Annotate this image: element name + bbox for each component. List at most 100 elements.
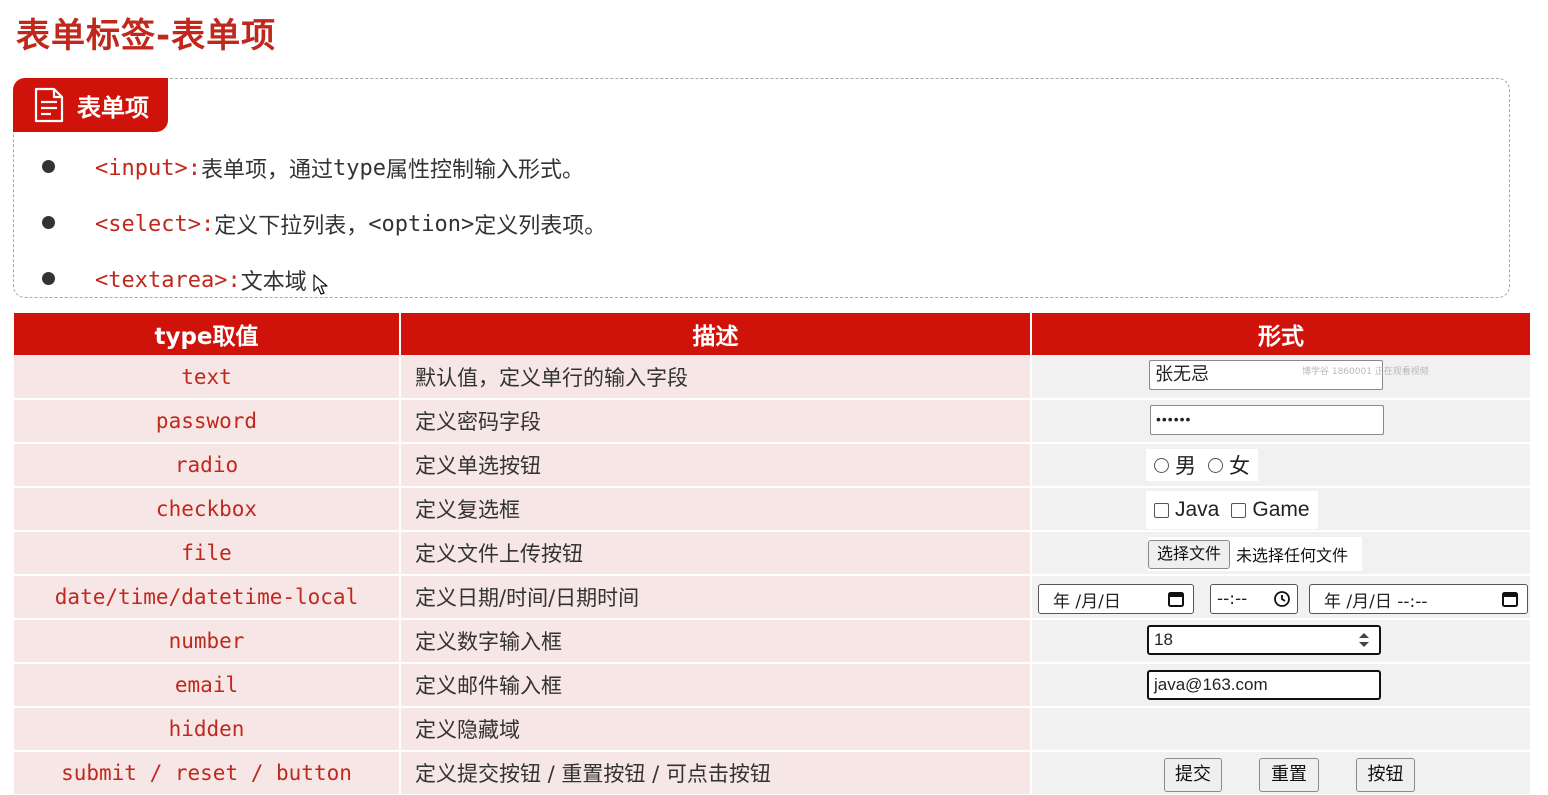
checkbox[interactable] (1231, 502, 1247, 518)
radio-button[interactable] (1208, 457, 1223, 473)
radio-option-male[interactable]: 男 (1154, 450, 1196, 480)
radio-group: 男 女 (1146, 449, 1258, 481)
form-cell: 男 女 (1031, 443, 1530, 488)
header-type: type取值 (14, 313, 401, 355)
type-cell: hidden (14, 707, 401, 752)
table-row: number 定义数字输入框 18 (14, 619, 1530, 664)
type-cell: text (14, 355, 401, 400)
submit-button[interactable]: 提交 (1164, 758, 1222, 792)
checkbox-label: Java (1175, 498, 1220, 521)
desc-cell: 定义日期/时间/日期时间 (400, 575, 1032, 620)
desc-cell: 定义单选按钮 (400, 443, 1032, 488)
table-row: text 默认值，定义单行的输入字段 张无忌 博学谷 1860001 正在观看视… (14, 355, 1530, 400)
checkbox-option-java[interactable]: Java (1154, 498, 1219, 522)
desc-cell: 定义文件上传按钮 (400, 531, 1032, 576)
time-placeholder: --:-- (1217, 589, 1248, 609)
email-input[interactable]: java@163.com (1147, 670, 1381, 700)
choose-file-button[interactable]: 选择文件 (1148, 539, 1231, 569)
number-input[interactable]: 18 (1147, 625, 1381, 655)
bullet-desc: 定义下拉列表， (214, 214, 369, 239)
clock-icon[interactable] (1273, 590, 1291, 608)
spinner-arrows-icon[interactable] (1357, 631, 1371, 649)
bullet-mono: type (332, 155, 386, 181)
file-status: 未选择任何文件 (1236, 546, 1349, 565)
datetime-placeholder: 年 /月/日 --:-- (1324, 591, 1428, 612)
type-cell: checkbox (14, 487, 401, 532)
bullet-dot (42, 271, 55, 285)
bullet-tag: <select>: (95, 211, 215, 237)
desc-cell: 定义复选框 (400, 487, 1032, 532)
form-cell: Java Game (1031, 487, 1530, 532)
radio-button[interactable] (1154, 457, 1169, 473)
type-cell: file (14, 531, 401, 576)
bullet-desc: 文本域 (240, 270, 307, 295)
type-cell: number (14, 619, 401, 664)
bullet-dot (42, 215, 55, 229)
date-placeholder: 年 /月/日 (1053, 591, 1121, 612)
datetime-local-input[interactable]: 年 /月/日 --:-- (1309, 584, 1528, 614)
plain-button[interactable]: 按钮 (1356, 758, 1415, 792)
form-cell: 年 /月/日 --:-- 年 /月/日 --:-- (1031, 575, 1530, 620)
type-cell: radio (14, 443, 401, 488)
desc-cell: 定义隐藏域 (400, 707, 1032, 752)
type-cell: password (14, 399, 401, 444)
calendar-icon[interactable] (1501, 590, 1519, 608)
form-cell: 18 (1031, 619, 1530, 664)
card-tag-label: 表单项 (77, 93, 149, 122)
header-form: 形式 (1031, 313, 1530, 355)
type-cell: submit / reset / button (14, 751, 401, 795)
card-tag: 表单项 (13, 78, 168, 132)
bullet-select: <select>: 定义下拉列表， <option> 定义列表项。 (42, 196, 606, 252)
desc-cell: 定义数字输入框 (400, 619, 1032, 664)
checkbox-group: Java Game (1146, 491, 1318, 529)
page-title: 表单标签-表单项 (16, 16, 277, 56)
desc-cell: 定义密码字段 (400, 399, 1032, 444)
password-input[interactable]: •••••• (1150, 405, 1384, 435)
table-row: email 定义邮件输入框 java@163.com (14, 663, 1530, 708)
form-cell: 张无忌 博学谷 1860001 正在观看视频 (1031, 355, 1530, 400)
table-row: password 定义密码字段 •••••• (14, 399, 1530, 444)
table-row: submit / reset / button 定义提交按钮 / 重置按钮 / … (14, 751, 1530, 795)
checkbox-option-game[interactable]: Game (1231, 498, 1310, 522)
table-row: radio 定义单选按钮 男 女 (14, 443, 1530, 488)
table-row: date/time/datetime-local 定义日期/时间/日期时间 年 … (14, 575, 1530, 620)
mouse-cursor-icon (313, 274, 328, 295)
bullet-tag: <textarea>: (95, 267, 241, 293)
checkbox[interactable] (1154, 502, 1169, 518)
form-cell: •••••• (1031, 399, 1530, 444)
desc-cell: 定义邮件输入框 (400, 663, 1032, 708)
type-cell: email (14, 663, 401, 708)
bullet-mono: <option> (368, 211, 475, 237)
table-row: hidden 定义隐藏域 (14, 707, 1530, 752)
bullet-desc: 表单项，通过 (200, 158, 333, 183)
form-cell: 选择文件 未选择任何文件 (1031, 531, 1530, 576)
bullet-tag: <input>: (95, 155, 201, 181)
bullet-desc-tail: 属性控制输入形式。 (385, 158, 584, 183)
document-icon (34, 87, 64, 123)
type-cell: date/time/datetime-local (14, 575, 401, 620)
table-row: file 定义文件上传按钮 选择文件 未选择任何文件 (14, 531, 1530, 576)
bullet-desc-tail: 定义列表项。 (474, 214, 607, 239)
radio-label: 女 (1229, 455, 1250, 478)
date-input[interactable]: 年 /月/日 (1038, 584, 1194, 614)
type-table: type取值 描述 形式 text 默认值，定义单行的输入字段 张无忌 博学谷 … (14, 313, 1530, 795)
radio-option-female[interactable]: 女 (1208, 450, 1250, 480)
form-cell (1031, 707, 1530, 752)
watermark: 博学谷 1860001 正在观看视频 (1302, 367, 1429, 377)
form-cell: java@163.com (1031, 663, 1530, 708)
checkbox-label: Game (1252, 498, 1310, 521)
bullet-dot (42, 159, 55, 173)
bullet-input: <input>: 表单项，通过 type 属性控制输入形式。 (42, 140, 606, 196)
table-row: checkbox 定义复选框 Java Game (14, 487, 1530, 532)
form-cell: 提交 重置 按钮 (1031, 751, 1530, 795)
radio-label: 男 (1175, 455, 1196, 478)
desc-cell: 默认值，定义单行的输入字段 (400, 355, 1032, 400)
table-header-row: type取值 描述 形式 (14, 313, 1530, 355)
time-input[interactable]: --:-- (1210, 584, 1298, 614)
number-value: 18 (1154, 630, 1173, 649)
file-input: 选择文件 未选择任何文件 (1148, 537, 1363, 571)
calendar-icon[interactable] (1167, 590, 1185, 608)
header-desc: 描述 (400, 313, 1032, 355)
reset-button[interactable]: 重置 (1259, 758, 1319, 792)
desc-cell: 定义提交按钮 / 重置按钮 / 可点击按钮 (400, 751, 1032, 795)
